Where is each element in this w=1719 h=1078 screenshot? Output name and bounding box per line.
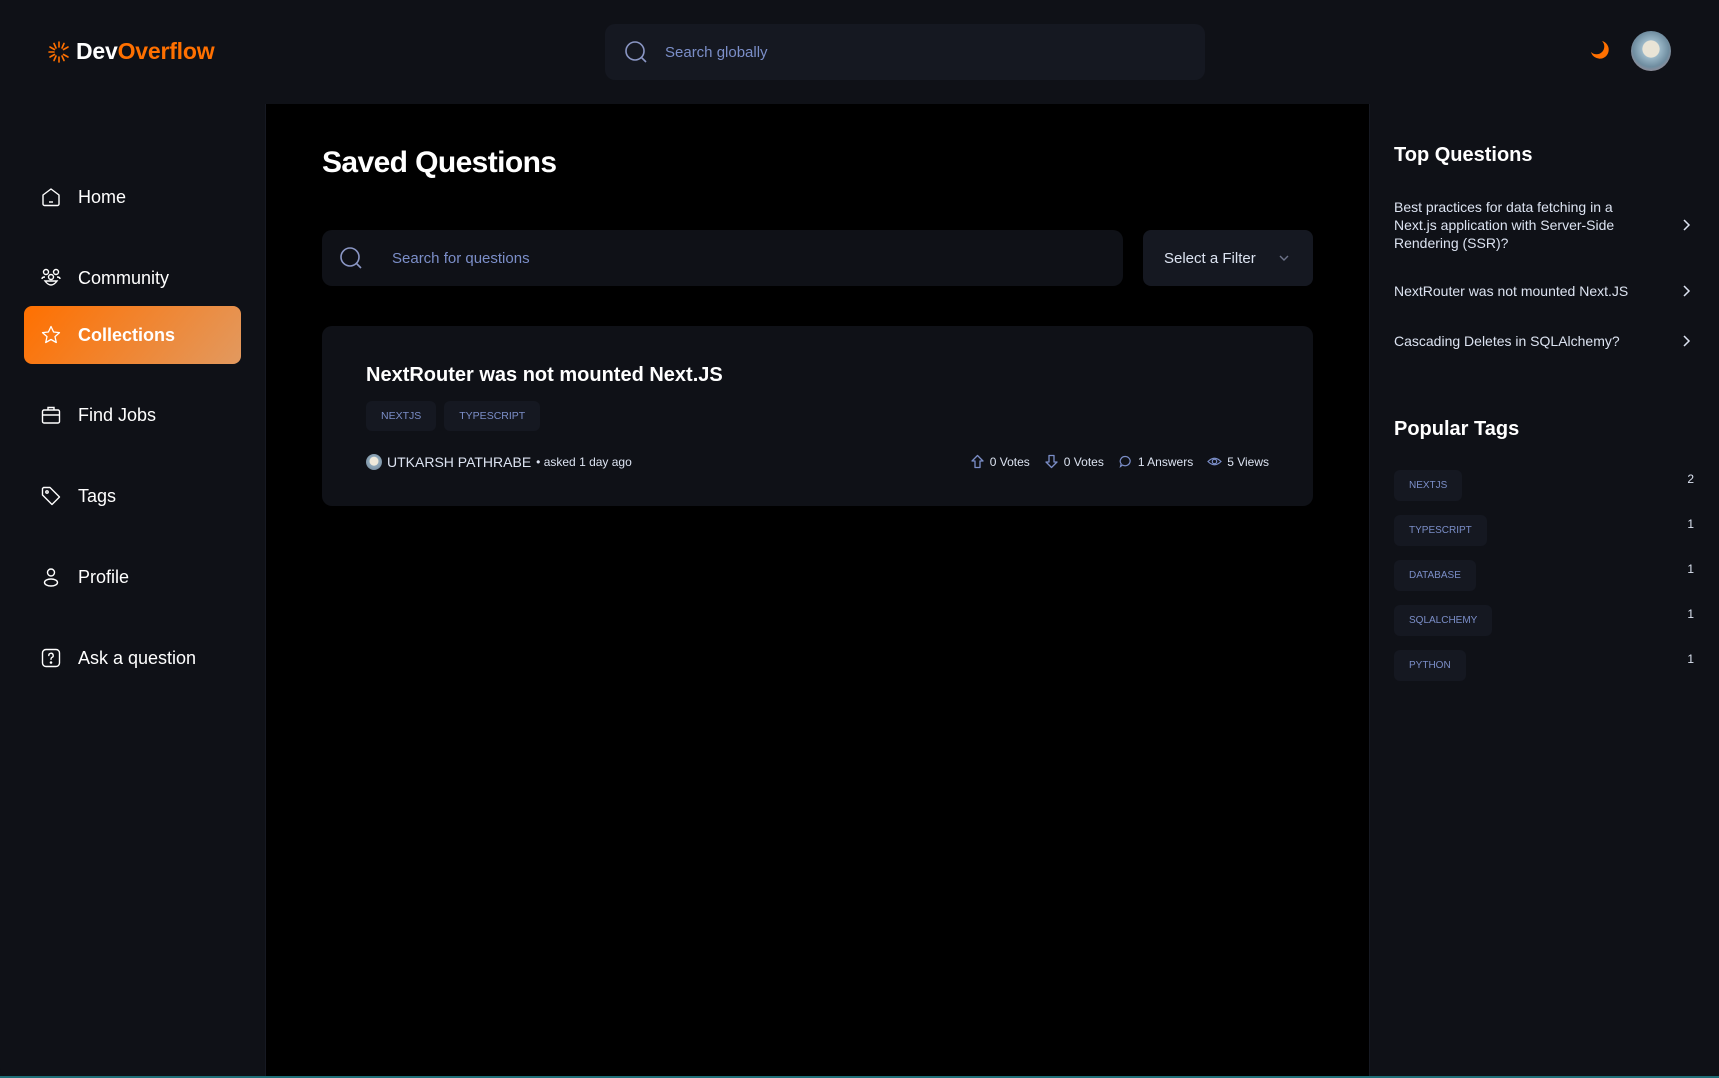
question-card: NextRouter was not mounted Next.JS NEXTJ… <box>322 326 1313 506</box>
users-icon <box>41 268 61 286</box>
main-content: Saved Questions Select a Filter NextRout… <box>266 104 1369 1078</box>
filter-select[interactable]: Select a Filter <box>1143 230 1313 286</box>
views-stat: 5 Views <box>1207 454 1269 469</box>
logo-text-dev: Dev <box>76 38 118 64</box>
sidebar-item-profile[interactable]: Profile <box>24 548 241 606</box>
top-question-text: Best practices for data fetching in a Ne… <box>1394 199 1615 251</box>
sidebar-item-label: Profile <box>78 566 130 587</box>
moon-icon <box>1591 41 1609 59</box>
app-root: DevOverflow Home <box>0 0 1719 1078</box>
popular-tag-chip[interactable]: DATABASE <box>1394 560 1476 591</box>
popular-tag-row: DATABASE 1 <box>1394 560 1694 591</box>
popular-tag-row: PYTHON 1 <box>1394 650 1694 681</box>
search-icon <box>340 247 362 269</box>
popular-tag-chip[interactable]: TYPESCRIPT <box>1394 515 1487 546</box>
top-questions-heading: Top Questions <box>1394 144 1533 166</box>
sidebar-item-label: Find Jobs <box>78 404 157 425</box>
logo-text-overflow: Overflow <box>117 38 215 64</box>
popular-tag-count: 2 <box>1687 472 1694 486</box>
top-question-item[interactable]: Best practices for data fetching in a Ne… <box>1394 198 1694 252</box>
briefcase-icon <box>41 406 61 424</box>
arrow-down-icon <box>1045 454 1058 469</box>
asked-time: • asked 1 day ago <box>536 455 632 469</box>
popular-tags-heading: Popular Tags <box>1394 418 1520 440</box>
popular-tag-count: 1 <box>1687 607 1694 621</box>
chevron-right-icon <box>1683 285 1691 297</box>
question-tags: NEXTJS TYPESCRIPT <box>366 401 541 431</box>
popular-tag-count: 1 <box>1687 562 1694 576</box>
sidebar-item-collections[interactable]: Collections <box>24 306 241 364</box>
sidebar-item-community[interactable]: Community <box>24 249 241 307</box>
popular-tag-count: 1 <box>1687 517 1694 531</box>
top-navbar: Dev Overflow <box>0 0 1719 104</box>
top-question-item[interactable]: NextRouter was not mounted Next.JS <box>1394 282 1694 300</box>
global-search-input[interactable] <box>665 43 1165 61</box>
logo-icon <box>48 40 69 63</box>
downvotes-count: 0 Votes <box>1063 454 1104 469</box>
downvotes-stat: 0 Votes <box>1044 454 1104 469</box>
views-count: 5 Views <box>1227 454 1269 469</box>
logo[interactable]: Dev Overflow <box>46 38 215 65</box>
popular-tag-row: NEXTJS 2 <box>1394 470 1694 501</box>
sidebar-item-tags[interactable]: Tags <box>24 467 241 525</box>
user-avatar[interactable] <box>1631 31 1671 71</box>
message-icon <box>1119 455 1131 469</box>
sidebar-item-find-jobs[interactable]: Find Jobs <box>24 386 241 444</box>
popular-tag-chip[interactable]: PYTHON <box>1394 650 1466 681</box>
eye-icon <box>1207 457 1223 466</box>
question-stats: 0 Votes 0 Votes 1 Answers 5 Views <box>970 454 1269 469</box>
tag-chip[interactable]: NEXTJS <box>366 401 437 431</box>
sidebar-item-label: Home <box>78 186 127 207</box>
page-title: Saved Questions <box>322 146 557 179</box>
chevron-down-icon <box>1279 255 1289 261</box>
home-icon <box>42 188 60 207</box>
question-search-input[interactable] <box>392 249 1092 267</box>
top-question-item[interactable]: Cascading Deletes in SQLAlchemy? <box>1394 332 1694 350</box>
sidebar-item-label: Tags <box>78 485 117 506</box>
search-icon <box>625 41 647 63</box>
star-icon <box>41 325 61 344</box>
answers-count: 1 Answers <box>1137 454 1194 469</box>
popular-tag-count: 1 <box>1687 652 1694 666</box>
popular-tag-row: SQLALCHEMY 1 <box>1394 605 1694 636</box>
chevron-right-icon <box>1683 219 1691 231</box>
tag-chip[interactable]: TYPESCRIPT <box>444 401 541 431</box>
arrow-up-icon <box>971 454 984 469</box>
left-sidebar: Home Community Collections Find Jobs Tag… <box>0 104 266 1078</box>
popular-tag-row: TYPESCRIPT 1 <box>1394 515 1694 546</box>
right-sidebar: Top Questions Best practices for data fe… <box>1369 104 1719 1078</box>
top-question-text: NextRouter was not mounted Next.JS <box>1394 283 1629 299</box>
question-author: UTKARSH PATHRABE • asked 1 day ago <box>366 454 632 470</box>
tag-icon <box>41 486 61 506</box>
author-name-link[interactable]: UTKARSH PATHRABE <box>387 454 531 470</box>
global-search[interactable] <box>605 24 1205 80</box>
user-icon <box>43 568 59 587</box>
sidebar-item-label: Community <box>78 267 170 288</box>
sidebar-item-label: Ask a question <box>78 647 197 668</box>
top-question-text: Cascading Deletes in SQLAlchemy? <box>1394 333 1620 349</box>
sidebar-item-label: Collections <box>78 324 176 345</box>
upvotes-count: 0 Votes <box>989 454 1030 469</box>
upvotes-stat: 0 Votes <box>970 454 1030 469</box>
question-search[interactable] <box>322 230 1123 286</box>
popular-tag-chip[interactable]: NEXTJS <box>1394 470 1463 501</box>
question-title-link[interactable]: NextRouter was not mounted Next.JS <box>366 364 723 387</box>
sidebar-item-home[interactable]: Home <box>24 168 241 226</box>
filter-select-label: Select a Filter <box>1164 249 1256 267</box>
sidebar-item-ask-question[interactable]: Ask a question <box>24 629 241 687</box>
chevron-right-icon <box>1683 335 1691 347</box>
question-icon <box>41 648 61 668</box>
answers-stat: 1 Answers <box>1118 454 1193 469</box>
theme-toggle-button[interactable] <box>1588 38 1612 62</box>
popular-tag-chip[interactable]: SQLALCHEMY <box>1394 605 1493 636</box>
author-avatar[interactable] <box>366 454 382 470</box>
